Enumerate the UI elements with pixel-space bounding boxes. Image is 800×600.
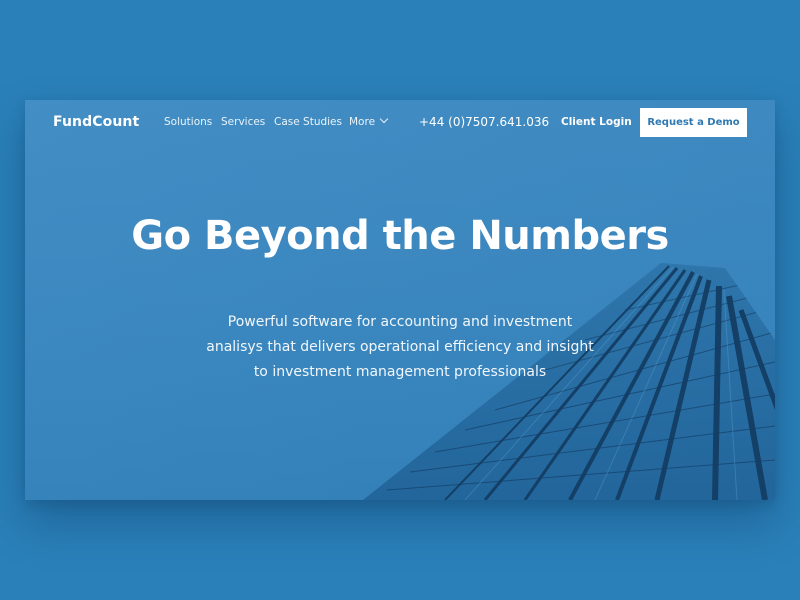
- hero-subtitle-line: analisys that delivers operational effic…: [206, 339, 594, 355]
- nav-item-more-label: More: [349, 116, 376, 128]
- building-background-image: [25, 100, 775, 500]
- hero-subtitle-line: Powerful software for accounting and inv…: [227, 314, 573, 330]
- hero-subtitle: Powerful software for accounting and inv…: [160, 310, 640, 385]
- nav-item-services[interactable]: Services: [221, 116, 265, 128]
- hero-subtitle-line: to investment management professionals: [253, 364, 547, 380]
- hero-title: Go Beyond the Numbers: [131, 213, 669, 259]
- nav-item-case-studies[interactable]: Case Studies: [274, 116, 342, 128]
- chevron-down-icon: [379, 114, 389, 124]
- nav-item-more[interactable]: More: [349, 114, 389, 128]
- phone-number[interactable]: +44 (0)7507.641.036: [419, 115, 549, 129]
- request-demo-button[interactable]: Request a Demo: [640, 108, 747, 137]
- website-hero-frame: FundCount Solutions Services Case Studie…: [25, 100, 775, 500]
- brand-logo[interactable]: FundCount: [53, 114, 139, 130]
- nav-item-solutions[interactable]: Solutions: [164, 116, 212, 128]
- top-navigation-bar: FundCount Solutions Services Case Studie…: [25, 100, 775, 146]
- client-login-link[interactable]: Client Login: [561, 116, 632, 128]
